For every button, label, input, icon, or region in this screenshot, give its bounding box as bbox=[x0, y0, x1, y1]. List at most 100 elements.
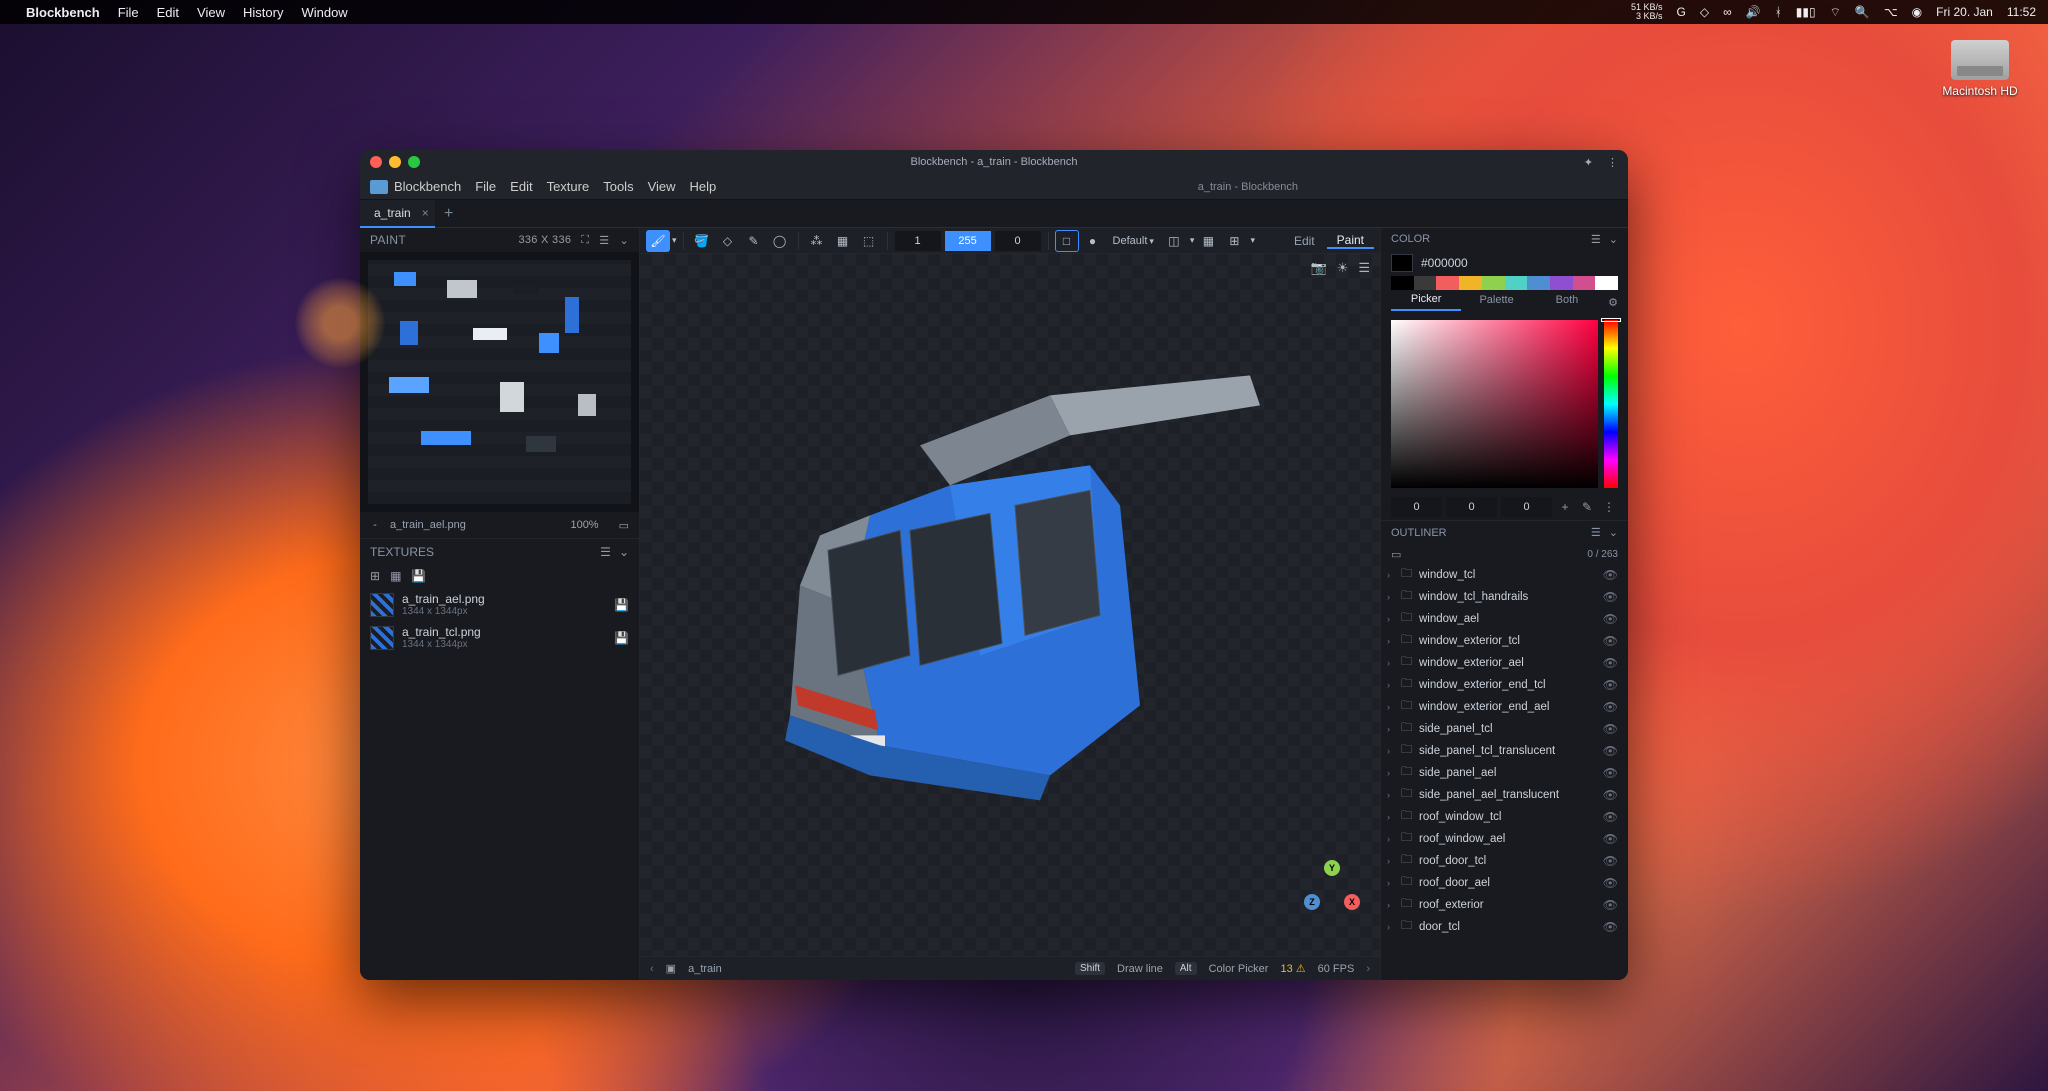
outliner-item[interactable]: ›🗀roof_window_tcl👁 bbox=[1381, 806, 1628, 828]
chevron-down-icon[interactable]: ⌄ bbox=[619, 545, 629, 559]
issues-count[interactable]: 13 ⚠ bbox=[1280, 962, 1305, 975]
outliner-item[interactable]: ›🗀window_exterior_tcl👁 bbox=[1381, 630, 1628, 652]
menubar-time[interactable]: 11:52 bbox=[2007, 5, 2036, 19]
tab-palette[interactable]: Palette bbox=[1461, 294, 1531, 310]
mac-menu-history[interactable]: History bbox=[243, 5, 283, 20]
visibility-toggle-icon[interactable]: 👁 bbox=[1603, 832, 1618, 846]
axis-gizmo[interactable]: Y X Z bbox=[1304, 860, 1360, 916]
visibility-toggle-icon[interactable]: 👁 bbox=[1603, 810, 1618, 824]
tab-picker[interactable]: Picker bbox=[1391, 293, 1461, 311]
window-titlebar[interactable]: Blockbench - a_train - Blockbench ✦ ⋮ bbox=[360, 150, 1628, 174]
outliner-item[interactable]: ›🗀window_exterior_end_ael👁 bbox=[1381, 696, 1628, 718]
search-icon[interactable]: 🔍 bbox=[1855, 5, 1870, 19]
opacity-input[interactable]: 255 bbox=[945, 231, 991, 251]
panel-options-icon[interactable]: ☰ bbox=[599, 234, 609, 247]
chevron-right-icon[interactable]: › bbox=[1387, 790, 1397, 800]
status-nav-prev[interactable]: ‹ bbox=[650, 963, 654, 975]
visibility-toggle-icon[interactable]: 👁 bbox=[1603, 744, 1618, 758]
light-icon[interactable]: ☀ bbox=[1337, 260, 1349, 276]
grid2-icon[interactable]: ⊞ bbox=[1222, 230, 1246, 252]
menu-tools[interactable]: Tools bbox=[603, 179, 633, 194]
square-brush-icon[interactable]: □ bbox=[1055, 230, 1079, 252]
outliner-item[interactable]: ›🗀side_panel_tcl👁 bbox=[1381, 718, 1628, 740]
visibility-toggle-icon[interactable]: 👁 bbox=[1603, 854, 1618, 868]
chevron-right-icon[interactable]: › bbox=[1387, 592, 1397, 602]
add-swatch-icon[interactable]: + bbox=[1556, 500, 1574, 514]
picker-tool-icon[interactable]: ✎ bbox=[742, 230, 766, 252]
menu-edit[interactable]: Edit bbox=[510, 179, 532, 194]
menu-view[interactable]: View bbox=[648, 179, 676, 194]
more-icon[interactable]: ⋮ bbox=[1600, 500, 1618, 514]
sat-val-field[interactable] bbox=[1391, 320, 1598, 488]
outliner-item[interactable]: ›🗀roof_window_ael👁 bbox=[1381, 828, 1628, 850]
uv-nav-prev[interactable]: - bbox=[370, 519, 380, 531]
viewport-options-icon[interactable]: ☰ bbox=[1358, 260, 1370, 276]
texture-item[interactable]: a_train_ael.png 1344 x 1344px 💾 bbox=[360, 588, 639, 621]
chevron-right-icon[interactable]: › bbox=[1387, 614, 1397, 624]
control-center-icon[interactable]: ⌥ bbox=[1884, 5, 1898, 19]
chevron-right-icon[interactable]: › bbox=[1387, 724, 1397, 734]
mac-menu-window[interactable]: Window bbox=[301, 5, 347, 20]
save-textures-icon[interactable]: 💾 bbox=[411, 569, 426, 583]
mac-menu-view[interactable]: View bbox=[197, 5, 225, 20]
visibility-toggle-icon[interactable]: 👁 bbox=[1603, 590, 1618, 604]
chevron-right-icon[interactable]: › bbox=[1387, 680, 1397, 690]
desktop-disk-icon[interactable]: Macintosh HD bbox=[1940, 40, 2020, 98]
window-minimize-button[interactable] bbox=[389, 156, 401, 168]
chevron-right-icon[interactable]: › bbox=[1387, 702, 1397, 712]
bluetooth-icon[interactable]: ᚼ bbox=[1775, 5, 1782, 19]
plugin-icon[interactable]: ✦ bbox=[1584, 156, 1593, 169]
menubar-icon[interactable]: ∞ bbox=[1723, 5, 1732, 19]
outliner-item[interactable]: ›🗀roof_door_tcl👁 bbox=[1381, 850, 1628, 872]
chevron-right-icon[interactable]: › bbox=[1387, 658, 1397, 668]
3d-viewport[interactable]: 📷 ☀ ☰ bbox=[640, 254, 1380, 956]
chevron-right-icon[interactable]: › bbox=[1387, 570, 1397, 580]
panel-options-icon[interactable]: ☰ bbox=[1591, 233, 1601, 246]
status-nav-next[interactable]: › bbox=[1366, 963, 1370, 975]
menubar-date[interactable]: Fri 20. Jan bbox=[1936, 5, 1993, 19]
uv-layout-icon[interactable]: ▭ bbox=[619, 519, 629, 532]
mirror-icon[interactable]: ⁂ bbox=[805, 230, 829, 252]
menubar-icon[interactable]: ◇ bbox=[1700, 5, 1709, 19]
battery-icon[interactable]: ▮▮▯ bbox=[1796, 5, 1816, 19]
wifi-icon[interactable]: ⌔ bbox=[1830, 5, 1841, 20]
eraser-tool-icon[interactable]: ◇ bbox=[716, 230, 740, 252]
lock-icon[interactable]: ▦ bbox=[831, 230, 855, 252]
menubar-icon[interactable]: G bbox=[1677, 5, 1686, 19]
outliner-tool-icon[interactable]: ▭ bbox=[1391, 548, 1401, 561]
mode-edit-tab[interactable]: Edit bbox=[1284, 234, 1325, 248]
visibility-toggle-icon[interactable]: 👁 bbox=[1603, 898, 1618, 912]
outliner-item[interactable]: ›🗀side_panel_tcl_translucent👁 bbox=[1381, 740, 1628, 762]
grid-icon[interactable]: ▦ bbox=[1196, 230, 1220, 252]
chevron-right-icon[interactable]: › bbox=[1387, 636, 1397, 646]
visibility-toggle-icon[interactable]: 👁 bbox=[1603, 656, 1618, 670]
chevron-right-icon[interactable]: › bbox=[1387, 768, 1397, 778]
brush-preset-dropdown[interactable]: Default▾ bbox=[1107, 235, 1160, 247]
menu-dots-icon[interactable]: ⋮ bbox=[1607, 156, 1618, 169]
outliner-item[interactable]: ›🗀side_panel_ael👁 bbox=[1381, 762, 1628, 784]
color-picker[interactable] bbox=[1381, 314, 1628, 494]
chevron-right-icon[interactable]: › bbox=[1387, 900, 1397, 910]
axis-x-icon[interactable]: X bbox=[1344, 894, 1360, 910]
softness-input[interactable]: 0 bbox=[995, 231, 1041, 251]
mac-menu-edit[interactable]: Edit bbox=[157, 5, 179, 20]
window-close-button[interactable] bbox=[370, 156, 382, 168]
new-texture-icon[interactable]: ▦ bbox=[390, 569, 401, 583]
chevron-down-icon[interactable]: ⌄ bbox=[1609, 526, 1618, 539]
tab-project[interactable]: a_train × bbox=[360, 200, 435, 228]
volume-icon[interactable]: 🔊 bbox=[1746, 5, 1761, 19]
siri-icon[interactable]: ◉ bbox=[1912, 5, 1922, 19]
gear-icon[interactable]: ⚙ bbox=[1608, 296, 1618, 309]
mac-menu-file[interactable]: File bbox=[118, 5, 139, 20]
visibility-toggle-icon[interactable]: 👁 bbox=[1603, 612, 1618, 626]
save-icon[interactable]: 💾 bbox=[614, 631, 629, 645]
add-tab-button[interactable]: + bbox=[435, 205, 463, 223]
tab-close-icon[interactable]: × bbox=[422, 206, 429, 220]
visibility-toggle-icon[interactable]: 👁 bbox=[1603, 634, 1618, 648]
brush-tool-icon[interactable]: 🖌 bbox=[646, 230, 670, 252]
visibility-toggle-icon[interactable]: 👁 bbox=[1603, 700, 1618, 714]
chevron-right-icon[interactable]: › bbox=[1387, 812, 1397, 822]
visibility-toggle-icon[interactable]: 👁 bbox=[1603, 568, 1618, 582]
visibility-toggle-icon[interactable]: 👁 bbox=[1603, 722, 1618, 736]
panel-options-icon[interactable]: ☰ bbox=[1591, 526, 1601, 539]
